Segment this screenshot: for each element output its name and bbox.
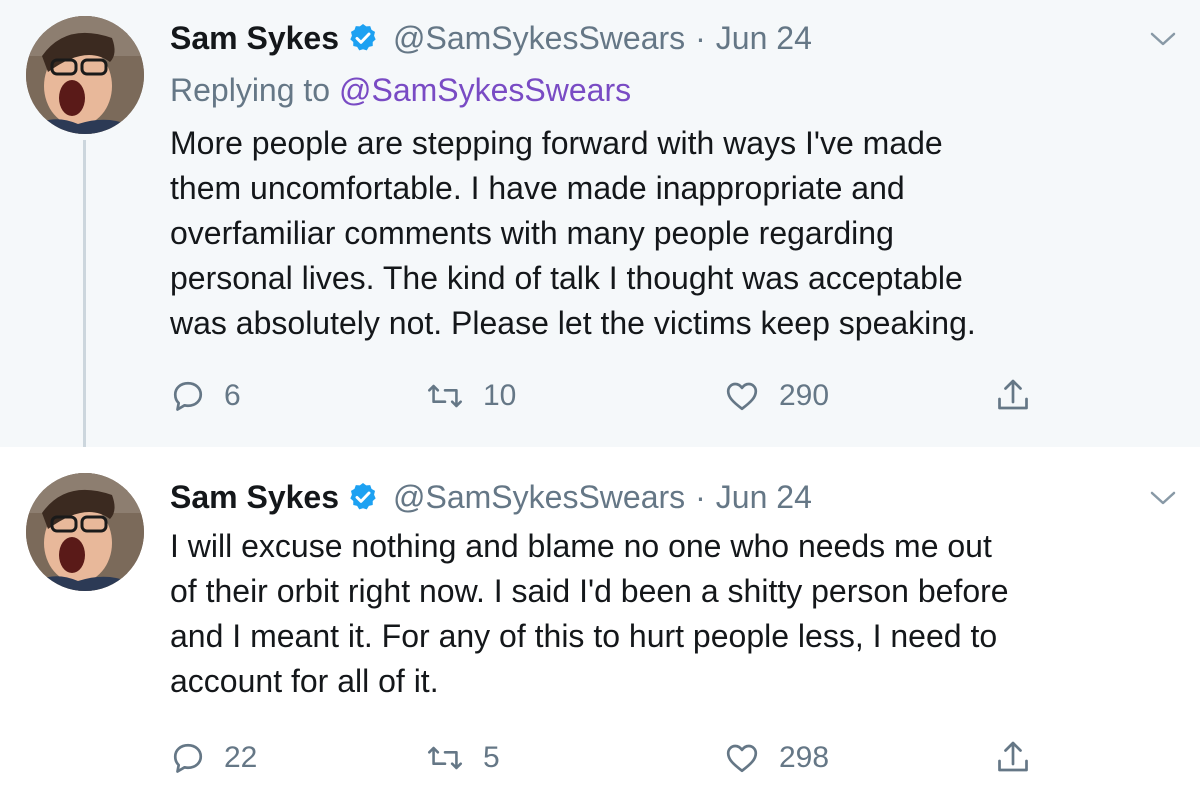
tweet-actions: 22 5 298 bbox=[170, 736, 1070, 780]
tweet-header: Sam Sykes @SamSykesSwears · Jun 24 bbox=[170, 18, 812, 58]
share-icon bbox=[998, 741, 1028, 772]
tweet-date[interactable]: Jun 24 bbox=[716, 477, 812, 517]
tweet-text-line: More people are stepping forward with wa… bbox=[170, 125, 943, 161]
retweet-icon bbox=[428, 384, 462, 408]
separator: · bbox=[695, 479, 706, 515]
replying-to: Replying to @SamSykesSwears bbox=[170, 70, 631, 110]
retweet-button[interactable]: 5 bbox=[425, 736, 500, 780]
chevron-down-icon[interactable] bbox=[1148, 24, 1178, 54]
reply-mention[interactable]: @SamSykesSwears bbox=[339, 72, 631, 108]
tweet-header: Sam Sykes @SamSykesSwears · Jun 24 bbox=[170, 477, 812, 517]
reply-button[interactable]: 22 bbox=[170, 736, 257, 780]
tweet-text-line: I will excuse nothing and blame no one w… bbox=[170, 528, 992, 564]
reply-count: 6 bbox=[224, 379, 241, 412]
author-name[interactable]: Sam Sykes bbox=[170, 18, 339, 58]
tweet-text-line: account for all of it. bbox=[170, 663, 439, 699]
avatar[interactable] bbox=[26, 473, 144, 591]
reply-count: 22 bbox=[224, 741, 258, 774]
tweet-1[interactable]: Sam Sykes @SamSykesSwears · Jun 24 Reply… bbox=[0, 0, 1200, 447]
tweet-text-line: and I meant it. For any of this to hurt … bbox=[170, 618, 998, 654]
reply-icon bbox=[173, 381, 203, 411]
separator: · bbox=[695, 20, 706, 56]
replying-label: Replying to bbox=[170, 72, 331, 108]
retweet-count: 10 bbox=[483, 379, 517, 412]
tweet-actions: 6 10 290 bbox=[170, 374, 1070, 418]
tweet-2[interactable]: Sam Sykes @SamSykesSwears · Jun 24 I wil… bbox=[0, 447, 1200, 785]
like-count: 290 bbox=[779, 379, 830, 412]
author-handle[interactable]: @SamSykesSwears bbox=[393, 477, 685, 517]
verified-badge-icon bbox=[347, 481, 379, 513]
thread-connector-line bbox=[83, 140, 86, 465]
tweet-text-line: overfamiliar comments with many people r… bbox=[170, 215, 894, 251]
avatar[interactable] bbox=[26, 16, 144, 134]
tweet-text-line: of their orbit right now. I said I'd bee… bbox=[170, 573, 1009, 609]
reply-button[interactable]: 6 bbox=[170, 374, 241, 418]
share-button[interactable] bbox=[995, 736, 1031, 780]
reply-icon bbox=[173, 743, 203, 773]
tweet-text: More people are stepping forward with wa… bbox=[170, 121, 1180, 346]
tweet-date[interactable]: Jun 24 bbox=[716, 18, 812, 58]
tweet-text-line: personal lives. The kind of talk I thoug… bbox=[170, 260, 963, 296]
tweet-text-line: them uncomfortable. I have made inapprop… bbox=[170, 170, 905, 206]
verified-badge-icon bbox=[347, 22, 379, 54]
like-count: 298 bbox=[779, 741, 830, 774]
heart-icon bbox=[726, 744, 758, 773]
chevron-down-icon[interactable] bbox=[1148, 483, 1178, 513]
like-button[interactable]: 298 bbox=[723, 736, 829, 780]
share-icon bbox=[998, 379, 1028, 410]
heart-icon bbox=[726, 382, 758, 411]
retweet-button[interactable]: 10 bbox=[425, 374, 516, 418]
tweet-text-line: was absolutely not. Please let the victi… bbox=[170, 305, 976, 341]
author-name[interactable]: Sam Sykes bbox=[170, 477, 339, 517]
author-handle[interactable]: @SamSykesSwears bbox=[393, 18, 685, 58]
retweet-icon bbox=[428, 746, 462, 770]
retweet-count: 5 bbox=[483, 741, 500, 774]
tweet-text: I will excuse nothing and blame no one w… bbox=[170, 524, 1180, 704]
share-button[interactable] bbox=[995, 374, 1031, 418]
like-button[interactable]: 290 bbox=[723, 374, 829, 418]
